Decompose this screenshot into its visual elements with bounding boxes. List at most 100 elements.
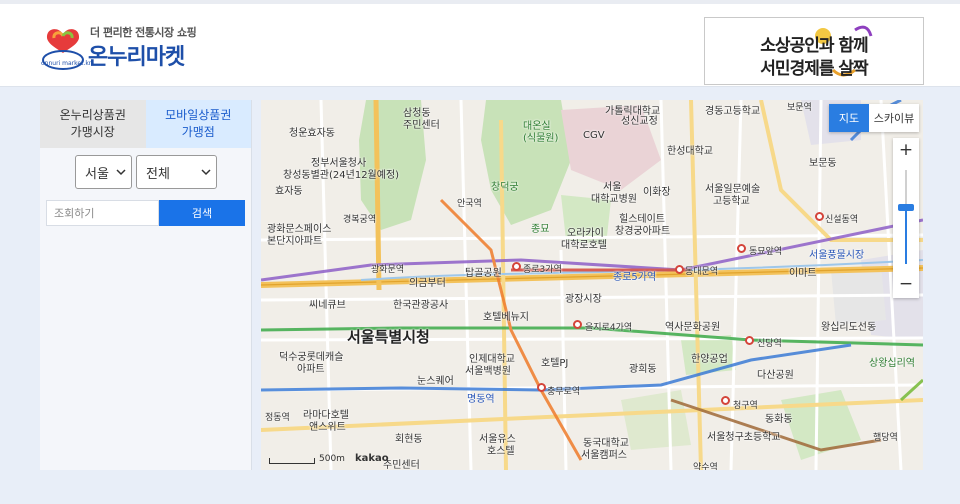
map-label: 충무로역 xyxy=(547,387,581,397)
site-header: onnuri market.kr 더 편리한 전통시장 쇼핑 온누리마켓 소상공… xyxy=(0,4,960,87)
map-label: 경동고등학교 xyxy=(705,106,761,117)
map-label: 행당역 xyxy=(873,433,898,443)
zoom-slider-handle[interactable] xyxy=(898,204,914,211)
map-provider-logo: kakao xyxy=(354,453,389,464)
map-label: 다산공원 xyxy=(757,370,794,381)
search-row: 검색 xyxy=(46,200,251,226)
map-label: 정동역 xyxy=(265,413,290,423)
map-label: 서울캠퍼스 xyxy=(581,450,627,461)
map-label: 주민센터 xyxy=(403,120,440,131)
map-label: 을지로4가역 xyxy=(585,323,633,333)
district-select[interactable]: 전체 xyxy=(136,155,217,189)
map-type-map-button[interactable]: 지도 xyxy=(829,104,869,132)
map-label: CGV xyxy=(583,130,605,141)
logo-tagline: 더 편리한 전통시장 쇼핑 xyxy=(90,26,197,39)
site-logo[interactable]: onnuri market.kr 더 편리한 전통시장 쇼핑 온누리마켓 xyxy=(40,22,220,80)
map-label: 안국역 xyxy=(457,199,482,209)
map-scale: 500m kakao xyxy=(269,453,389,464)
map-label: 호스텔 xyxy=(487,446,515,457)
map-label: 왕십리도선동 xyxy=(821,322,877,333)
zoom-level-fill xyxy=(905,208,907,264)
map-label: 호텔베뉴지 xyxy=(483,312,529,323)
map-label: 청구역 xyxy=(733,401,758,411)
map-label: 보문역 xyxy=(787,103,812,113)
search-panel: 온누리상품권 가맹시장 모바일상품권 가맹점 서울 전체 검색 xyxy=(40,100,252,470)
map-label: 이마트 xyxy=(789,268,817,279)
map-label: 성신교정 xyxy=(621,116,658,127)
map-label: 아파트 xyxy=(297,364,325,375)
map-type-switch: 지도 스카이뷰 xyxy=(829,104,919,132)
tab-traditional-market[interactable]: 온누리상품권 가맹시장 xyxy=(40,100,146,148)
map-label: 한국관광공사 xyxy=(393,300,449,311)
station-marker[interactable] xyxy=(573,320,582,329)
map-label: 상왕십리역 xyxy=(869,358,915,369)
map-label: 청운효자동 xyxy=(289,128,335,139)
map-label: 회현동 xyxy=(395,434,423,445)
map-label: 창덕궁 xyxy=(491,182,519,193)
map-label: 약수역 xyxy=(693,463,718,470)
zoom-out-button[interactable]: − xyxy=(893,272,919,298)
chevron-down-icon xyxy=(116,169,126,176)
chevron-down-icon xyxy=(201,169,211,176)
banner-text-line1: 소상공인과 함께 xyxy=(760,36,868,56)
map-label: 역사문화공원 xyxy=(665,322,721,333)
map-label: (식물원) xyxy=(523,133,559,144)
scale-bar xyxy=(269,458,315,464)
map-view[interactable]: 가톨릭대학교 성신교정 경동고등학교 보문역 삼청동 주민센터 청운효자동 대온… xyxy=(261,100,923,470)
zoom-in-button[interactable]: + xyxy=(893,138,919,164)
region-selects: 서울 전체 xyxy=(40,148,251,196)
search-input[interactable] xyxy=(46,200,159,226)
map-label: 한성대학교 xyxy=(667,146,713,157)
promo-banner[interactable]: 소상공인과 함께 서민경제를 살짝 xyxy=(704,17,924,85)
station-marker[interactable] xyxy=(745,336,754,345)
map-label: 종묘 xyxy=(531,224,550,235)
station-marker[interactable] xyxy=(537,383,546,392)
region-select-value: 서울 xyxy=(85,166,109,182)
map-label: 동대문역 xyxy=(685,267,719,277)
map-label: 광희동 xyxy=(629,364,657,375)
map-label: 서울백병원 xyxy=(465,366,511,377)
store-type-tabs: 온누리상품권 가맹시장 모바일상품권 가맹점 xyxy=(40,100,251,148)
station-marker[interactable] xyxy=(512,262,521,271)
district-select-value: 전체 xyxy=(146,166,170,182)
region-select[interactable]: 서울 xyxy=(75,155,132,189)
station-marker[interactable] xyxy=(737,244,746,253)
banner-text-line2: 서민경제를 살짝 xyxy=(760,59,868,79)
map-label: 광화문역 xyxy=(371,265,405,275)
map-label: 앤스위트 xyxy=(309,422,346,433)
station-marker[interactable] xyxy=(815,212,824,221)
map-label: 종로3가역 xyxy=(523,265,562,275)
map-label: 광장시장 xyxy=(565,294,602,305)
map-label: 서울특별시청 xyxy=(347,328,430,346)
map-label: 창경궁아파트 xyxy=(615,226,671,237)
map-label: 서울청구초등학교 xyxy=(707,432,781,443)
map-label: 종로5가역 xyxy=(613,272,657,283)
map-type-skyview-button[interactable]: 스카이뷰 xyxy=(869,104,919,132)
map-label: 신당역 xyxy=(757,339,782,349)
map-label: 대학로호텔 xyxy=(561,240,607,251)
station-marker[interactable] xyxy=(721,396,730,405)
map-label: 동화동 xyxy=(765,414,793,425)
map-label: 보문동 xyxy=(809,158,837,169)
map-label: 한양공업 xyxy=(691,354,728,365)
map-label: 이화장 xyxy=(643,187,671,198)
logo-title: 온누리마켓 xyxy=(88,45,185,70)
scale-distance: 500m xyxy=(319,454,345,464)
map-label: 호텔PJ xyxy=(541,358,569,369)
map-label: 신설동역 xyxy=(825,215,859,225)
tab-mobile-voucher-store[interactable]: 모바일상품권 가맹점 xyxy=(145,100,251,148)
map-label: 의금부터 xyxy=(409,278,446,289)
map-label: 대학교병원 xyxy=(591,194,637,205)
map-label: 씨네큐브 xyxy=(309,300,346,311)
search-button[interactable]: 검색 xyxy=(159,200,245,226)
logo-badge-text: onnuri market.kr xyxy=(41,60,92,67)
map-label: 동묘앞역 xyxy=(749,247,783,257)
map-label: 경복궁역 xyxy=(343,215,377,225)
map-label: 탑골공원 xyxy=(465,268,502,279)
map-label: 고등학교 xyxy=(713,196,750,207)
station-marker[interactable] xyxy=(675,265,684,274)
map-label: 본단지아파트 xyxy=(267,236,323,247)
zoom-control: + − xyxy=(893,138,919,298)
map-label: 효자동 xyxy=(275,186,303,197)
map-label: 눈스퀘어 xyxy=(417,376,454,387)
